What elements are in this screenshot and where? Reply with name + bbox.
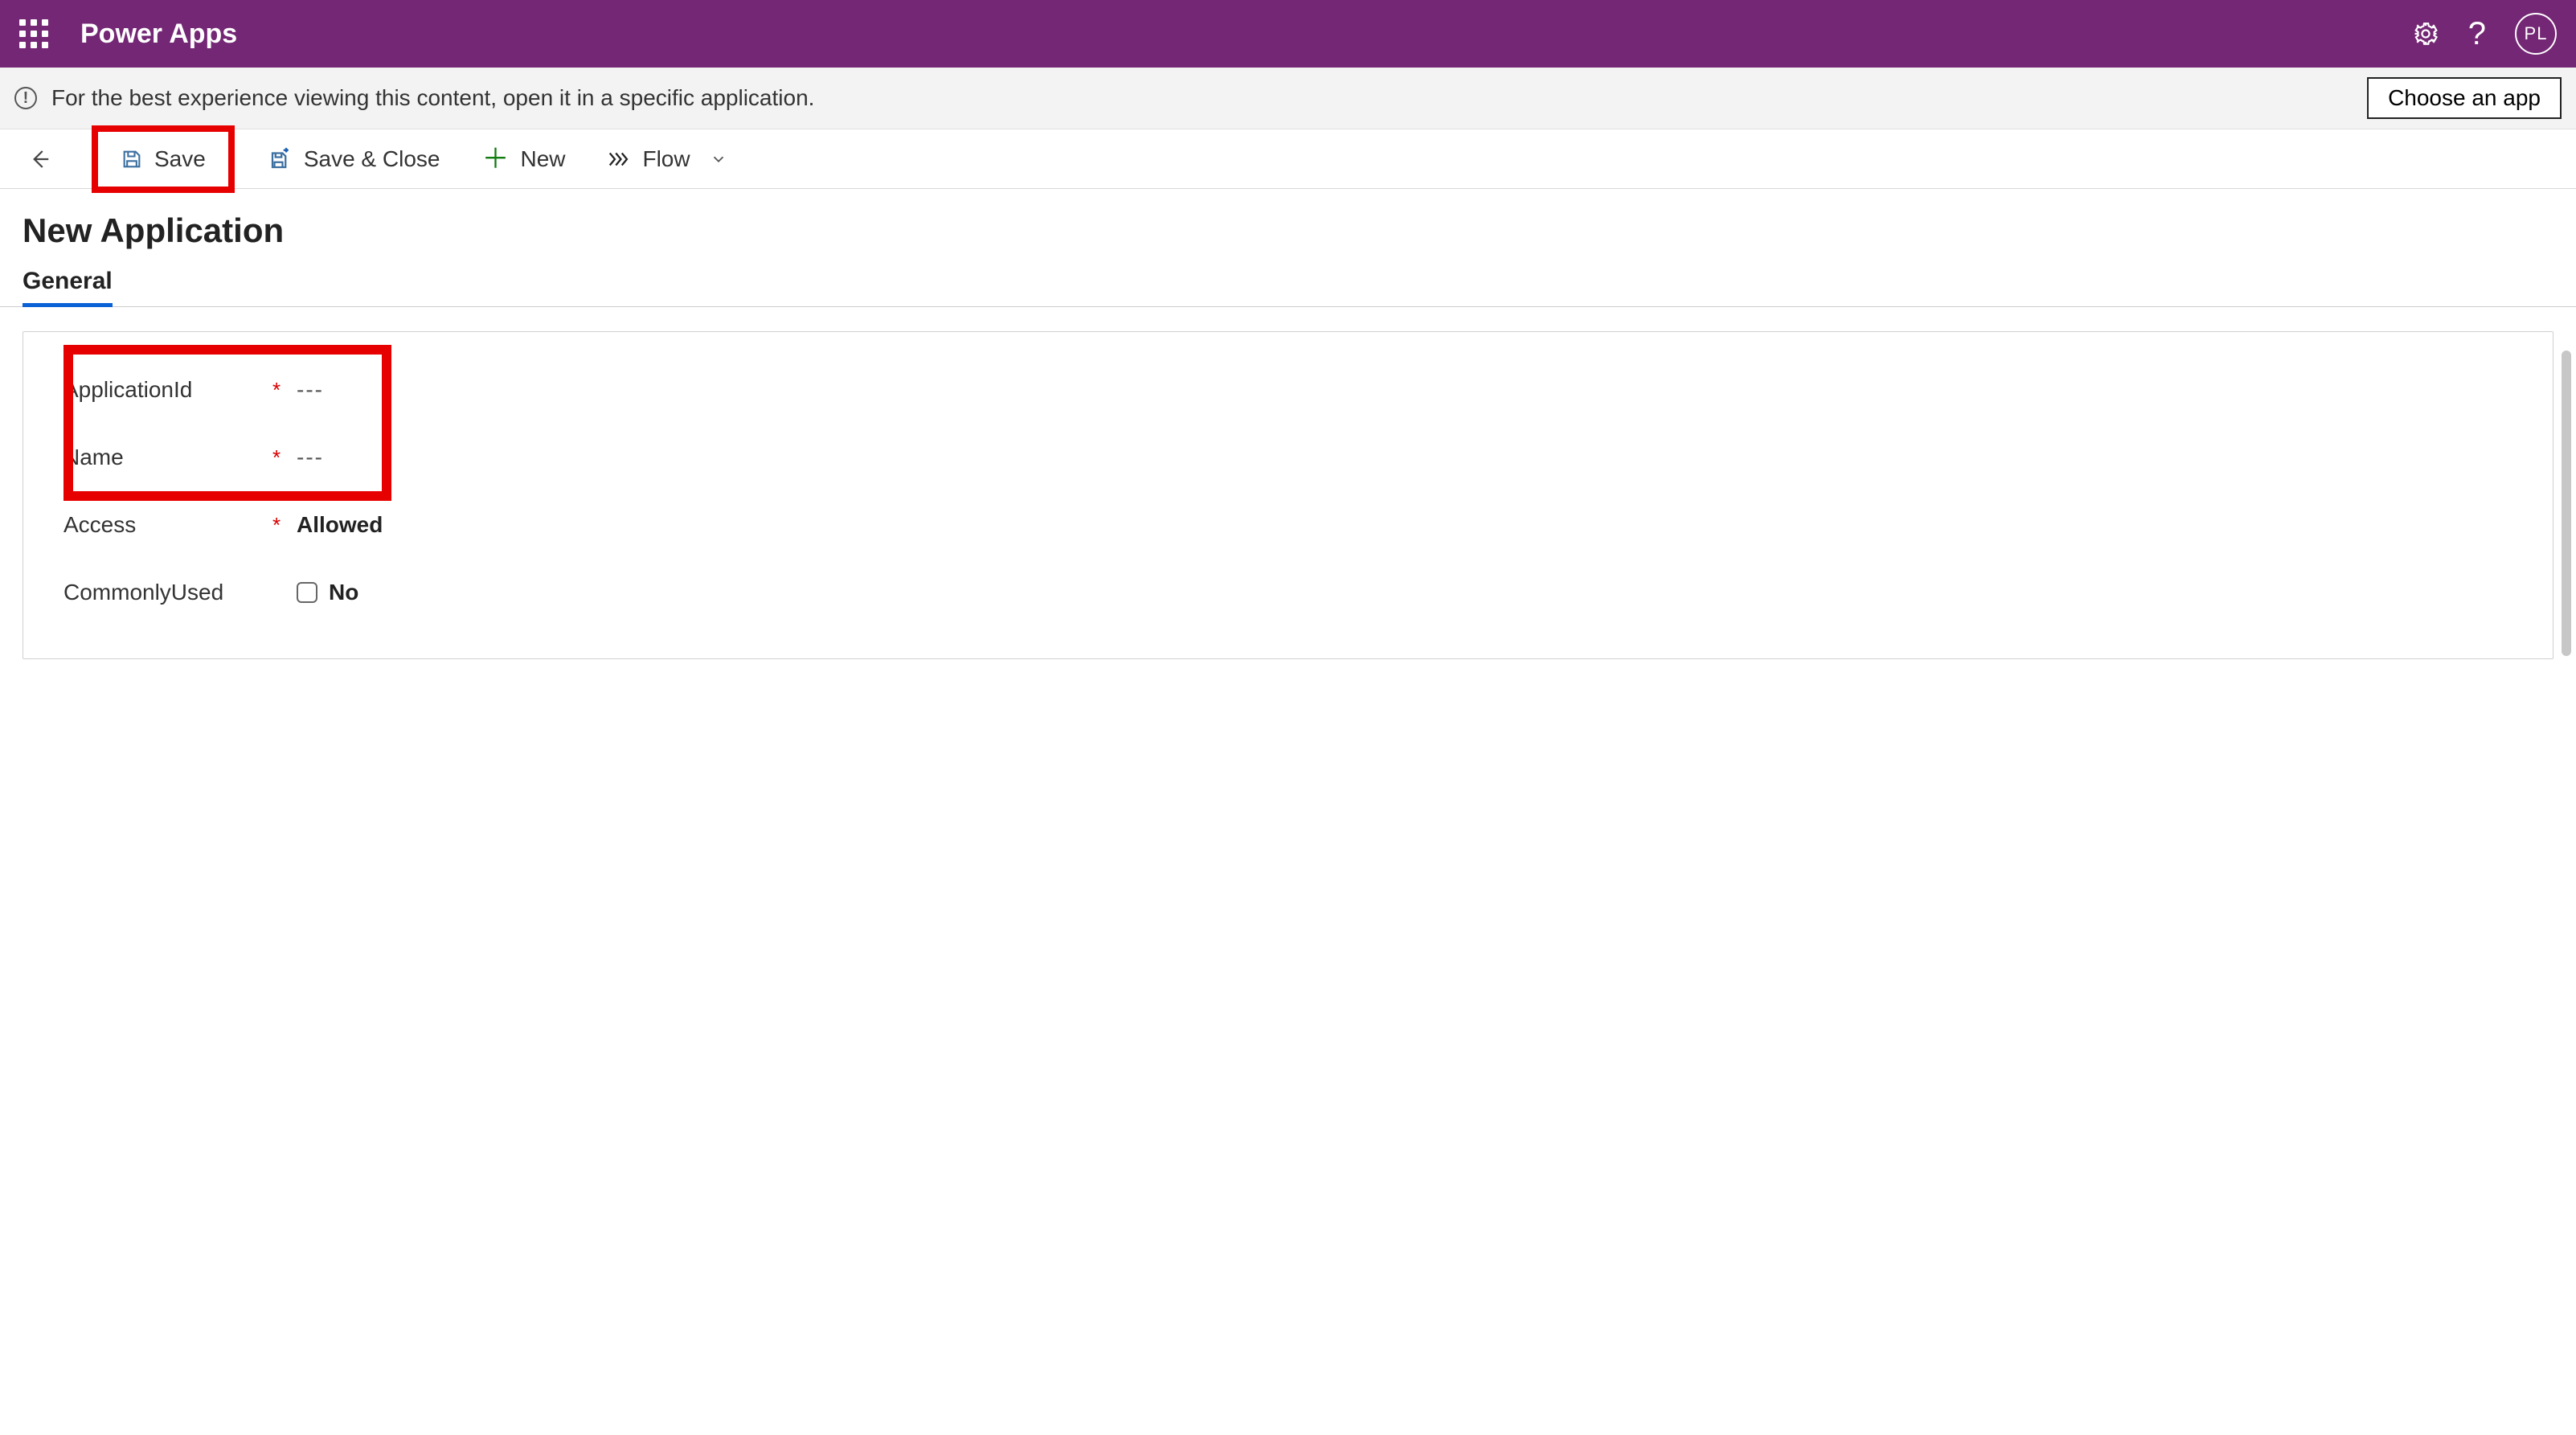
save-close-button[interactable]: Save & Close (260, 141, 448, 177)
tab-general[interactable]: General (23, 268, 113, 307)
save-icon (121, 148, 143, 170)
command-bar: Save Save & Close ＋ New Flow (0, 129, 2576, 189)
name-label: Name (63, 445, 272, 470)
plus-icon: ＋ (481, 146, 509, 173)
app-name: Power Apps (80, 18, 237, 50)
name-input[interactable]: --- (297, 445, 2513, 470)
field-access: Access * Allowed (63, 491, 2513, 559)
field-name: Name * --- (63, 424, 2513, 491)
notice-bar: ! For the best experience viewing this c… (0, 68, 2576, 129)
chevron-down-icon (710, 150, 727, 168)
commonly-used-input[interactable]: No (297, 580, 2513, 605)
save-label: Save (154, 146, 206, 172)
field-application-id: ApplicationId * --- (63, 356, 2513, 424)
new-label: New (520, 146, 565, 172)
access-input[interactable]: Allowed (297, 512, 2513, 538)
name-value: --- (297, 445, 324, 469)
app-header: Power Apps ? PL (0, 0, 2576, 68)
commonly-used-value: No (329, 580, 358, 605)
application-id-input[interactable]: --- (297, 377, 2513, 403)
commonly-used-label: CommonlyUsed (63, 580, 272, 605)
waffle-icon[interactable] (19, 19, 48, 48)
header-right: ? PL (2412, 13, 2557, 55)
gear-icon[interactable] (2412, 20, 2439, 47)
save-close-label: Save & Close (304, 146, 440, 172)
choose-app-button[interactable]: Choose an app (2367, 77, 2562, 119)
application-id-label: ApplicationId (63, 377, 272, 403)
required-mark: * (272, 513, 297, 538)
flow-icon (607, 147, 631, 171)
highlight-save-annotation: Save (92, 125, 235, 193)
new-button[interactable]: ＋ New (473, 141, 573, 178)
info-icon: ! (14, 87, 37, 109)
save-close-icon (268, 147, 293, 171)
checkbox-icon[interactable] (297, 582, 317, 603)
required-mark: * (272, 378, 297, 403)
flow-button[interactable]: Flow (599, 141, 735, 177)
tab-divider (0, 306, 2576, 307)
form-content: New Application General ApplicationId * … (0, 189, 2576, 691)
avatar[interactable]: PL (2515, 13, 2557, 55)
flow-label: Flow (642, 146, 690, 172)
page-title: New Application (23, 211, 2553, 250)
access-value: Allowed (297, 512, 383, 537)
notice-left: ! For the best experience viewing this c… (14, 85, 814, 111)
scrollbar-thumb[interactable] (2562, 351, 2571, 656)
required-mark: * (272, 445, 297, 470)
application-id-value: --- (297, 377, 324, 402)
form-card: ApplicationId * --- Name * --- Access * … (23, 331, 2553, 659)
back-button[interactable] (19, 142, 59, 176)
card-wrap: ApplicationId * --- Name * --- Access * … (23, 331, 2553, 659)
save-button[interactable]: Save (113, 141, 214, 177)
notice-text: For the best experience viewing this con… (51, 85, 814, 111)
header-left: Power Apps (19, 18, 237, 50)
access-label: Access (63, 512, 272, 538)
help-icon[interactable]: ? (2468, 16, 2486, 52)
field-commonly-used: CommonlyUsed No (63, 559, 2513, 626)
